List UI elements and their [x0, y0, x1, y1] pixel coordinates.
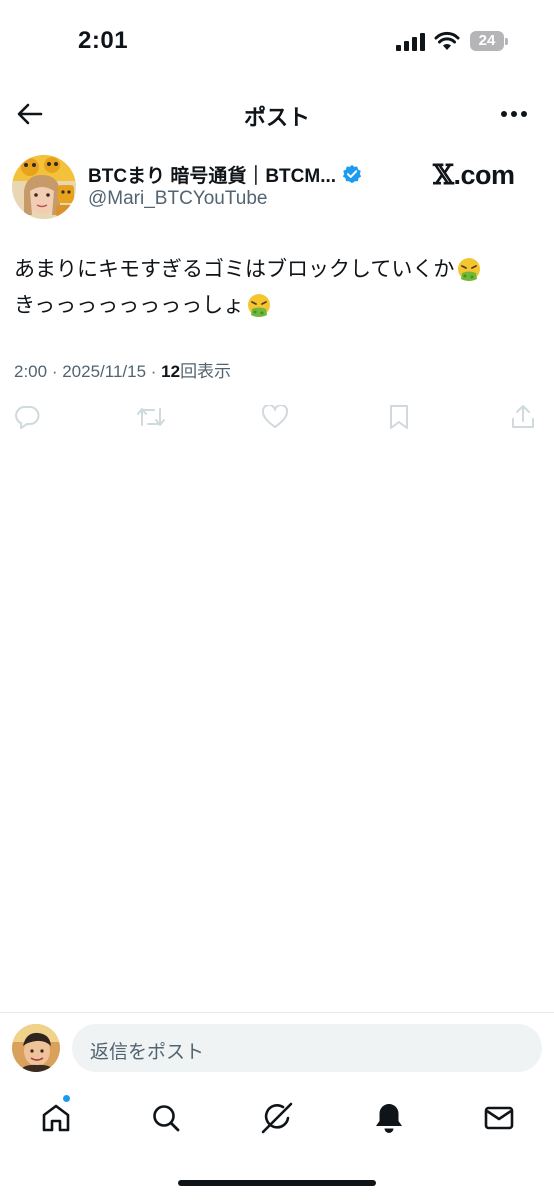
reply-input[interactable]: 返信をポスト	[72, 1024, 542, 1072]
tab-notifications[interactable]	[369, 1098, 409, 1138]
vomiting-face-emoji-icon	[458, 258, 481, 281]
author-handle[interactable]: @Mari_BTCYouTube	[88, 188, 267, 210]
avatar-image	[12, 1024, 60, 1072]
author-name-row[interactable]: BTCまり 暗号通貨｜BTCM...	[88, 161, 362, 187]
cellular-signal-icon	[396, 33, 425, 51]
home-notification-dot	[62, 1094, 71, 1103]
status-time: 2:01	[78, 27, 129, 54]
post-header: ポスト	[0, 88, 554, 140]
grok-icon	[261, 1102, 293, 1134]
composer-divider	[0, 1012, 554, 1013]
author-display-name[interactable]: BTCまり 暗号通貨｜BTCM...	[88, 161, 336, 188]
repost-icon	[137, 408, 165, 426]
reply-icon	[15, 406, 40, 429]
x-com-domain: .com	[453, 160, 515, 190]
repost-button[interactable]	[136, 402, 166, 432]
author-avatar[interactable]	[12, 155, 76, 219]
more-horizontal-icon	[501, 111, 527, 117]
tweet-line-1: あまりにキモすぎるゴミはブロックしていくか	[14, 258, 455, 281]
more-button[interactable]	[496, 96, 532, 132]
tab-search[interactable]	[146, 1098, 186, 1138]
tab-home[interactable]	[36, 1098, 76, 1138]
home-icon	[42, 1104, 70, 1132]
tweet-actions	[0, 400, 554, 434]
like-button[interactable]	[260, 402, 290, 432]
home-indicator	[178, 1180, 376, 1186]
tweet-line-2: きっっっっっっっっしょ	[14, 294, 245, 317]
my-avatar[interactable]	[12, 1024, 60, 1072]
bookmark-button[interactable]	[384, 402, 414, 432]
avatar-image	[12, 155, 76, 219]
reply-button[interactable]	[12, 402, 42, 432]
views-count[interactable]: 12	[161, 362, 180, 381]
x-logo-glyph: 𝕏	[433, 160, 454, 191]
bell-icon	[376, 1104, 402, 1133]
share-button[interactable]	[508, 402, 538, 432]
meta-separator: ·	[47, 362, 63, 381]
views-label[interactable]: 回表示	[180, 362, 231, 381]
meta-separator: ·	[146, 362, 162, 381]
reply-placeholder: 返信をポスト	[90, 1042, 205, 1063]
bottom-tab-bar	[0, 1090, 554, 1150]
envelope-icon	[484, 1106, 514, 1130]
page-title: ポスト	[243, 105, 310, 130]
status-bar: 2:01 24	[0, 0, 554, 80]
tweet-line: あまりにキモすぎるゴミはブロックしていくか	[14, 252, 544, 288]
battery-indicator: 24	[470, 31, 508, 51]
heart-icon	[261, 405, 289, 428]
share-icon	[512, 405, 534, 428]
x-com-watermark: 𝕏.com	[433, 160, 515, 191]
vomiting-face-emoji-icon	[248, 294, 271, 317]
verified-badge-icon	[342, 164, 362, 184]
bookmark-icon	[390, 405, 408, 429]
tweet-line: きっっっっっっっっしょ	[14, 288, 544, 324]
tab-grok[interactable]	[257, 1098, 297, 1138]
tweet-time[interactable]: 2:00	[14, 362, 47, 381]
tweet-date[interactable]: 2025/11/15	[62, 362, 146, 381]
tweet-meta: 2:00 · 2025/11/15 · 12回表示	[14, 357, 231, 382]
battery-level: 24	[478, 32, 496, 49]
tab-messages[interactable]	[479, 1098, 519, 1138]
wifi-icon	[434, 31, 460, 50]
search-icon	[153, 1105, 180, 1132]
tweet-text: あまりにキモすぎるゴミはブロックしていくか きっっっっっっっっしょ	[14, 252, 544, 324]
